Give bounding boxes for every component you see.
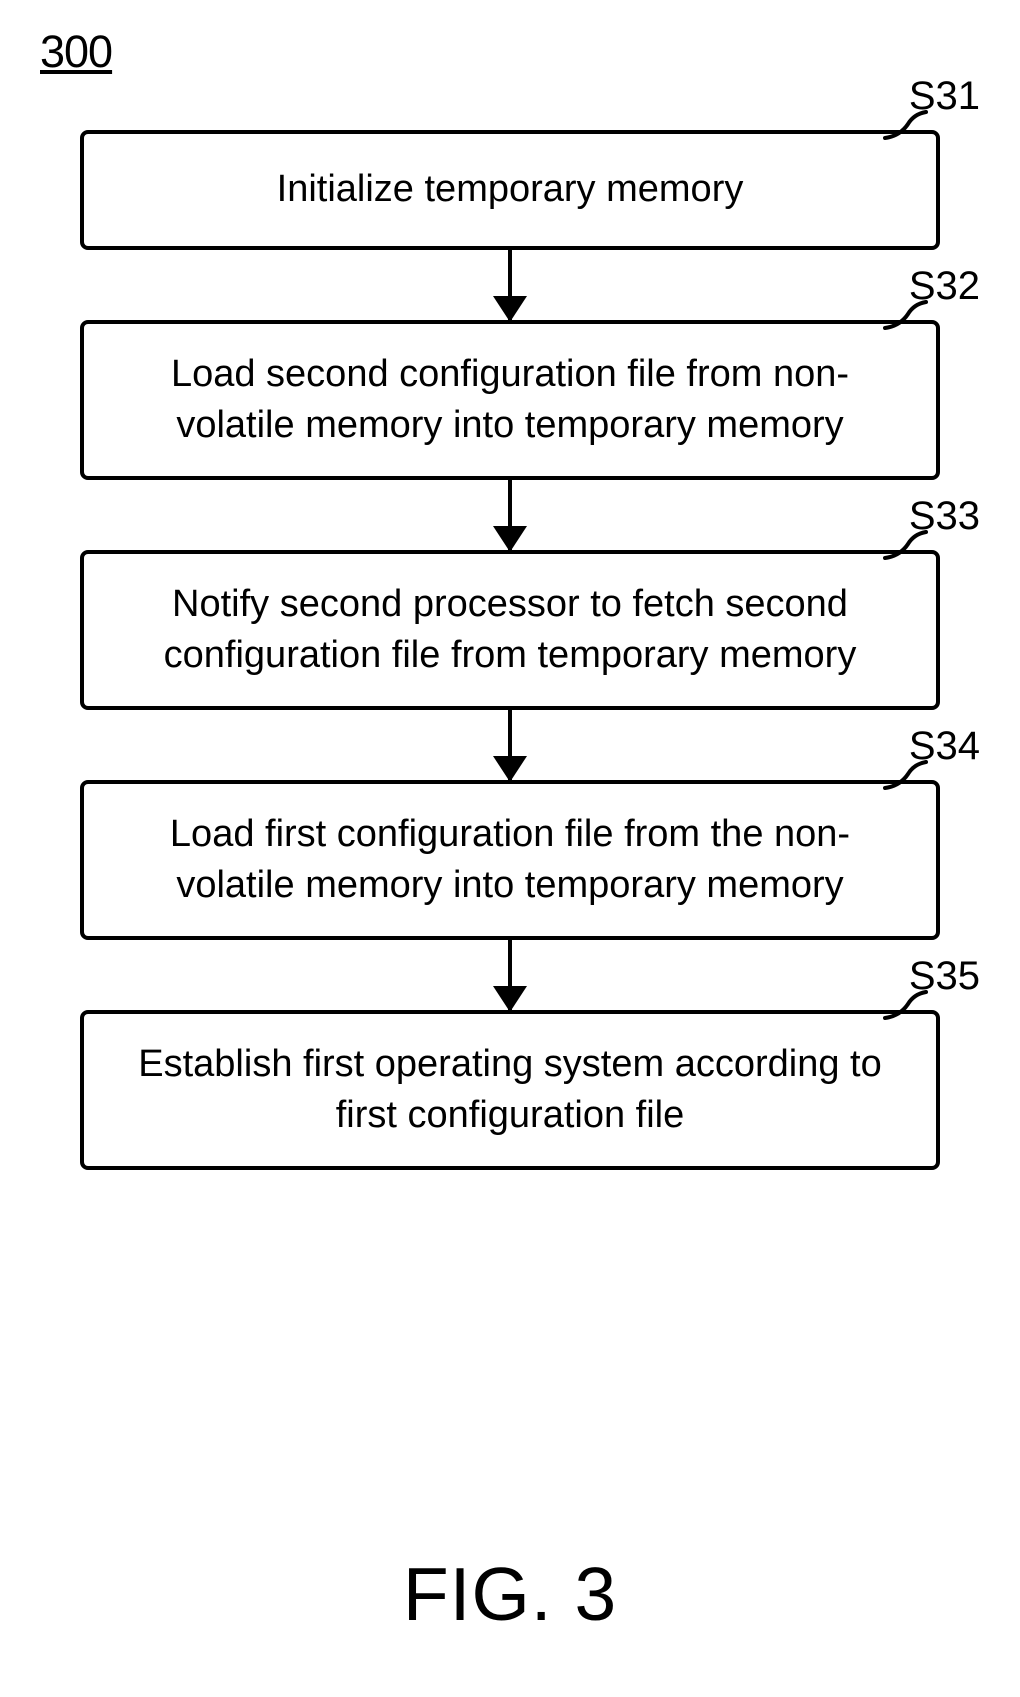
flow-step: S32 Load second configuration file from …	[60, 320, 960, 480]
flow-step: S35 Establish first operating system acc…	[60, 1010, 960, 1170]
step-label: S35	[909, 954, 980, 999]
step-label: S32	[909, 264, 980, 309]
figure-number-label: 300	[40, 26, 112, 78]
step-box: Initialize temporary memory	[80, 130, 940, 250]
step-text: Establish first operating system accordi…	[114, 1039, 906, 1142]
flow-step: S33 Notify second processor to fetch sec…	[60, 550, 960, 710]
step-text: Load first configuration file from the n…	[114, 809, 906, 912]
arrow-down-icon	[508, 480, 512, 550]
flow-step: S34 Load first configuration file from t…	[60, 780, 960, 940]
arrow-down-icon	[508, 710, 512, 780]
step-label: S31	[909, 74, 980, 119]
step-box: Notify second processor to fetch second …	[80, 550, 940, 710]
page: 300 S31 Initialize temporary memory S32 …	[0, 0, 1020, 1697]
step-text: Notify second processor to fetch second …	[114, 579, 906, 682]
flowchart: S31 Initialize temporary memory S32 Load…	[60, 130, 960, 1170]
arrow-down-icon	[508, 250, 512, 320]
step-label: S34	[909, 724, 980, 769]
step-text: Initialize temporary memory	[277, 164, 744, 215]
step-label: S33	[909, 494, 980, 539]
step-box: Load second configuration file from non-…	[80, 320, 940, 480]
step-box: Load first configuration file from the n…	[80, 780, 940, 940]
figure-caption: FIG. 3	[0, 1551, 1020, 1637]
step-box: Establish first operating system accordi…	[80, 1010, 940, 1170]
arrow-down-icon	[508, 940, 512, 1010]
flow-step: S31 Initialize temporary memory	[60, 130, 960, 250]
step-text: Load second configuration file from non-…	[114, 349, 906, 452]
